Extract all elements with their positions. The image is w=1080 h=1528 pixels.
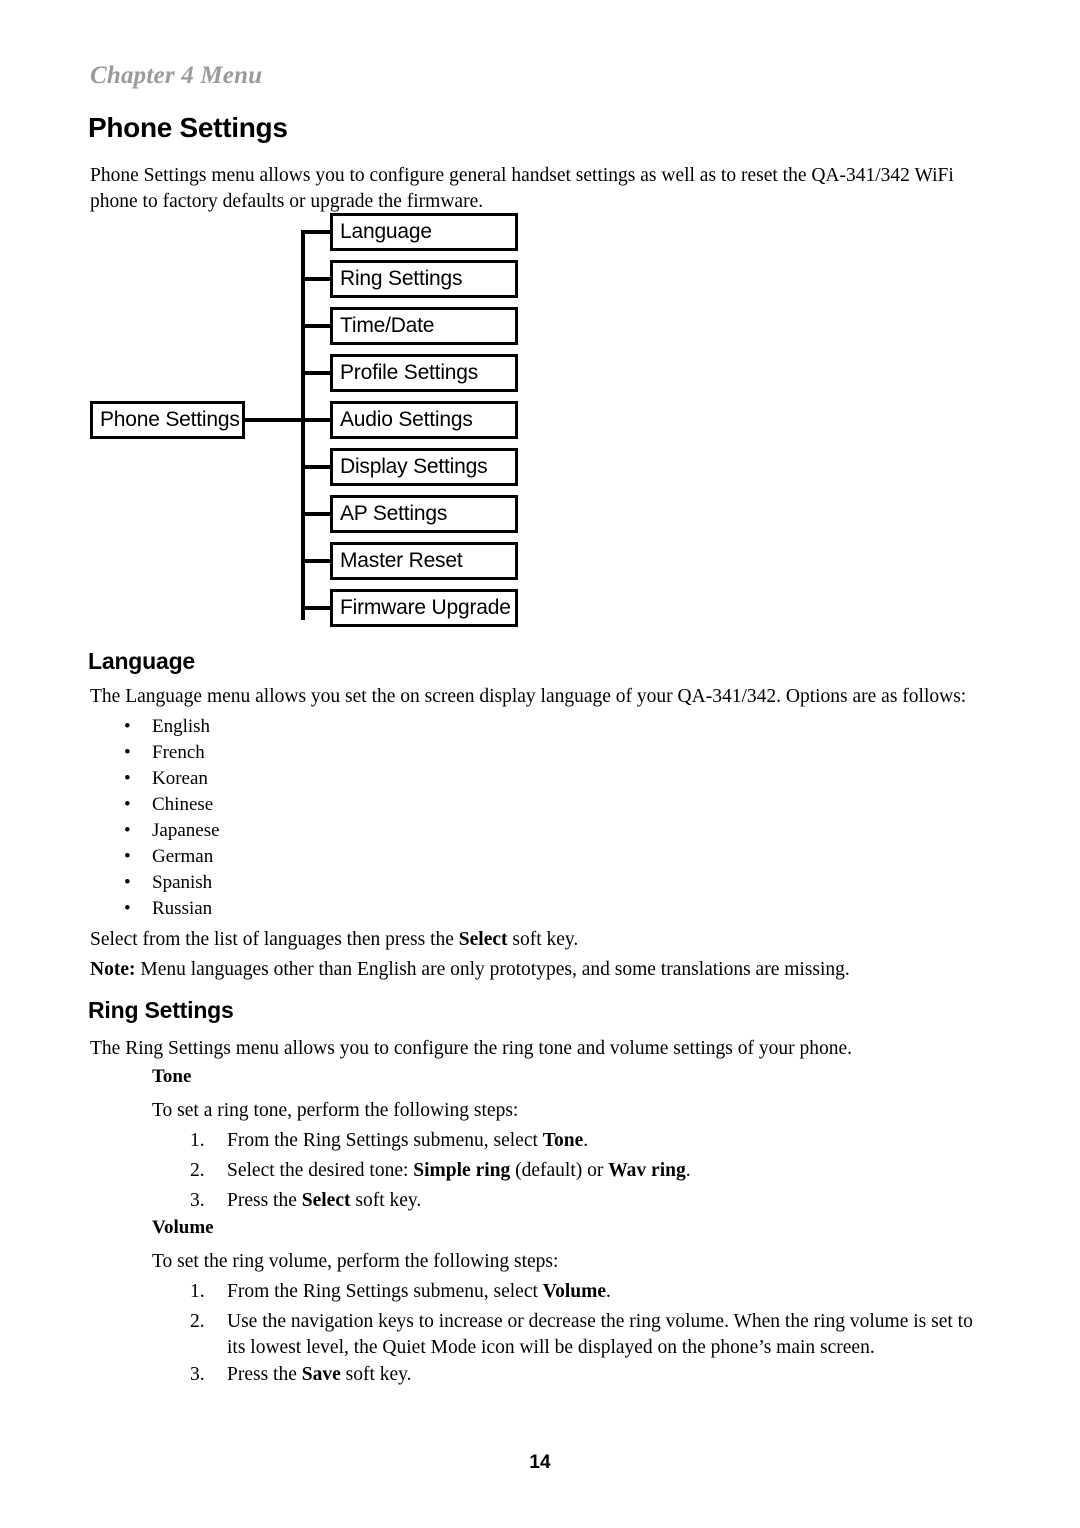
- step-text-prefix: Press the: [227, 1190, 302, 1211]
- bullet-icon: •: [124, 768, 131, 789]
- step-text: From the Ring Settings submenu, select T…: [227, 1128, 588, 1154]
- step-number: 3.: [190, 1190, 205, 1211]
- diagram-stub-4: [301, 371, 330, 375]
- diagram-node-audio-settings: Audio Settings: [330, 401, 518, 439]
- step-keyword: Save: [301, 1364, 341, 1385]
- bullet-icon: •: [124, 872, 131, 893]
- diagram-node-language: Language: [330, 213, 518, 251]
- tone-intro-paragraph: To set a ring tone, perform the followin…: [152, 1100, 519, 1121]
- step-keyword: Select: [301, 1190, 351, 1211]
- document-page: Chapter 4 Menu Phone Settings Phone Sett…: [0, 0, 1080, 1528]
- language-note: Note: Menu languages other than English …: [90, 957, 970, 983]
- step-text-prefix: Press the: [227, 1364, 302, 1385]
- step-text-prefix: Use the navigation keys to increase or d…: [227, 1311, 973, 1358]
- step-text: Press the Save soft key.: [227, 1362, 412, 1388]
- step-text-suffix: soft key.: [350, 1190, 422, 1211]
- select-instruction-prefix: Select from the list of languages then p…: [90, 929, 459, 950]
- diagram-stub-2: [301, 277, 330, 281]
- bullet-icon: •: [124, 742, 131, 763]
- volume-intro-paragraph: To set the ring volume, perform the foll…: [152, 1251, 559, 1272]
- list-item-label: Korean: [152, 768, 208, 789]
- page-title: Phone Settings: [88, 112, 288, 143]
- ring-intro-paragraph: The Ring Settings menu allows you to con…: [90, 1038, 853, 1059]
- step-number: 3.: [190, 1364, 205, 1385]
- list-item-label: German: [152, 846, 214, 867]
- step-text-mid: (default) or: [510, 1160, 609, 1181]
- bullet-icon: •: [124, 820, 131, 841]
- language-intro-paragraph: The Language menu allows you set the on …: [90, 686, 967, 707]
- diagram-stub-3: [301, 324, 330, 328]
- step-keyword: Tone: [542, 1130, 584, 1151]
- step-keyword: Simple ring: [413, 1160, 511, 1181]
- section-heading-language: Language: [88, 648, 196, 674]
- step-text: Press the Select soft key.: [227, 1188, 421, 1214]
- intro-paragraph: Phone Settings menu allows you to config…: [90, 165, 954, 212]
- step-number: 1.: [190, 1130, 205, 1151]
- page-number: 14: [529, 1452, 551, 1473]
- step-text-prefix: From the Ring Settings submenu, select: [227, 1281, 543, 1302]
- list-item-label: Chinese: [152, 794, 214, 815]
- step-text: Use the navigation keys to increase or d…: [227, 1309, 989, 1361]
- diagram-stub-8: [301, 559, 330, 563]
- bullet-icon: •: [124, 898, 131, 919]
- diagram-node-display-settings: Display Settings: [330, 448, 518, 486]
- diagram-node-master-reset: Master Reset: [330, 542, 518, 580]
- diagram-node-ap-settings: AP Settings: [330, 495, 518, 533]
- step-text-prefix: From the Ring Settings submenu, select: [227, 1130, 543, 1151]
- list-item-label: Japanese: [152, 820, 220, 841]
- step-text-suffix: .: [606, 1281, 611, 1302]
- step-number: 2.: [190, 1311, 205, 1332]
- step-keyword-2: Wav ring: [608, 1160, 686, 1181]
- subsection-heading-tone: Tone: [152, 1066, 192, 1087]
- note-label: Note:: [90, 959, 136, 980]
- diagram-stub-9: [301, 606, 330, 610]
- select-keyword: Select: [458, 929, 508, 950]
- diagram-node-time-date: Time/Date: [330, 307, 518, 345]
- list-item-label: English: [152, 716, 211, 737]
- step-text: Select the desired tone: Simple ring (de…: [227, 1158, 691, 1184]
- diagram-stub-6: [301, 465, 330, 469]
- step-keyword: Volume: [542, 1281, 606, 1302]
- step-text-suffix: .: [583, 1130, 589, 1151]
- list-item-label: Spanish: [152, 872, 213, 893]
- phone-settings-menu-diagram: Phone Settings Language Ring Settings Ti…: [88, 212, 528, 642]
- diagram-node-ring-settings: Ring Settings: [330, 260, 518, 298]
- step-text-suffix: soft key.: [340, 1364, 412, 1385]
- step-number: 1.: [190, 1281, 205, 1302]
- bullet-icon: •: [124, 794, 131, 815]
- running-head: Chapter 4 Menu: [90, 62, 263, 89]
- list-item-label: Russian: [152, 898, 213, 919]
- diagram-stub-7: [301, 512, 330, 516]
- step-text-suffix: .: [685, 1160, 691, 1181]
- diagram-stub-1: [301, 230, 330, 234]
- diagram-node-profile-settings: Profile Settings: [330, 354, 518, 392]
- list-item-label: French: [152, 742, 205, 763]
- diagram-node-firmware-upgrade: Firmware Upgrade: [330, 589, 518, 627]
- bullet-icon: •: [124, 846, 131, 867]
- step-text: From the Ring Settings submenu, select V…: [227, 1279, 611, 1305]
- section-heading-ring-settings: Ring Settings: [88, 997, 234, 1023]
- bullet-icon: •: [124, 716, 131, 737]
- diagram-stub-5: [301, 418, 330, 422]
- select-instruction-suffix: soft key.: [507, 929, 579, 950]
- subsection-heading-volume: Volume: [152, 1217, 214, 1238]
- diagram-root-node: Phone Settings: [90, 401, 245, 439]
- language-select-instruction: Select from the list of languages then p…: [90, 927, 970, 953]
- note-text: Menu languages other than English are on…: [135, 959, 850, 980]
- step-text-prefix: Select the desired tone:: [227, 1160, 414, 1181]
- diagram-root-connector: [245, 418, 303, 422]
- step-number: 2.: [190, 1160, 205, 1181]
